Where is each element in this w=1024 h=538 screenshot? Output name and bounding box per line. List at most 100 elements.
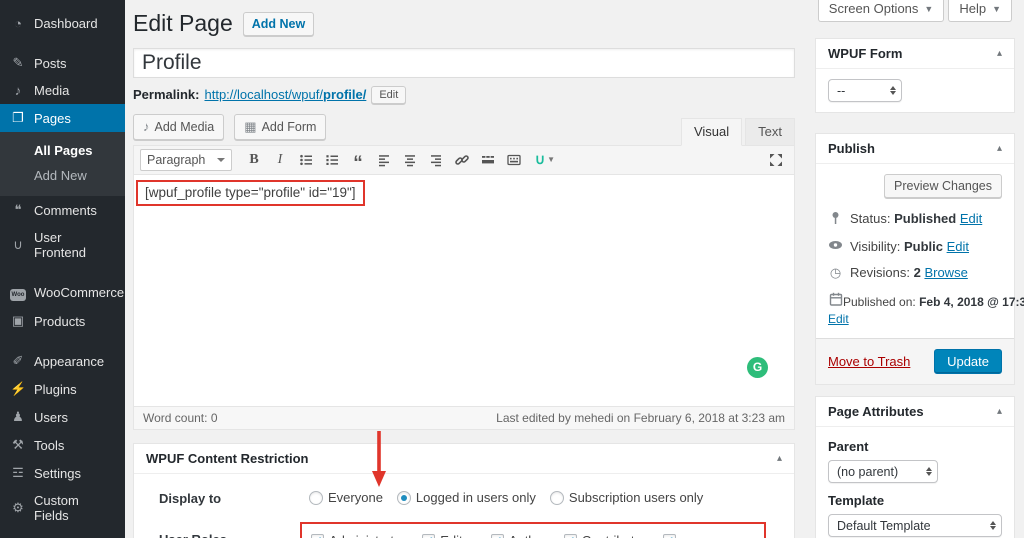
- radio-button[interactable]: [309, 490, 323, 505]
- paragraph-select[interactable]: Paragraph: [140, 148, 232, 171]
- editor-statusbar: Word count: 0 Last edited by mehedi on F…: [134, 405, 794, 429]
- wpuf-shortcode-button[interactable]: ∪ ▼: [528, 149, 562, 171]
- screen-options-label: Screen Options: [828, 1, 919, 16]
- publish-header[interactable]: Publish ▴: [816, 134, 1014, 164]
- page-attributes-header[interactable]: Page Attributes ▴: [816, 397, 1014, 427]
- screen-options-button[interactable]: Screen Options ▼: [817, 0, 945, 22]
- read-more-button[interactable]: [476, 149, 500, 171]
- sidebar-item-woocommerce[interactable]: Woo WooCommerce: [0, 278, 125, 307]
- sidebar-item-appearance[interactable]: ✐ Appearance: [0, 347, 125, 375]
- radio-button[interactable]: [549, 490, 564, 505]
- sidebar-item-label: Users: [34, 409, 68, 425]
- word-count: Word count: 0: [143, 410, 218, 425]
- link-button[interactable]: [450, 149, 474, 171]
- admin-sidebar: ◔ Dashboard ✎ Posts ♪ Media ❐ Pages All …: [0, 0, 125, 538]
- grammarly-icon[interactable]: G: [747, 356, 768, 378]
- visual-editor: Paragraph B I “ ∪ ▼ [wpuf_profile type="…: [133, 144, 795, 430]
- read-more-icon: [482, 155, 494, 163]
- sidebar-item-posts[interactable]: ✎ Posts: [0, 49, 125, 77]
- published-on-row: Published on: Feb 4, 2018 @ 17:30 Edit: [828, 292, 1024, 326]
- sidebar-item-custom-fields[interactable]: ⚙ Custom Fields: [0, 487, 125, 529]
- bold-button[interactable]: B: [242, 149, 266, 171]
- user-roles-annotation-box: ✓Administrator ✓Editor ✓Author ✓Contribu…: [300, 521, 766, 538]
- pin-icon: ✎: [12, 55, 24, 70]
- toggle-panel-icon[interactable]: ▴: [997, 406, 1002, 417]
- stepper-icon: [926, 467, 932, 476]
- user-roles-label: User Roles: [159, 522, 309, 538]
- add-media-icon: ♪: [143, 119, 150, 135]
- move-to-trash-link[interactable]: Move to Trash: [828, 354, 910, 369]
- edit-status-link[interactable]: Edit: [960, 211, 982, 226]
- permalink-link[interactable]: http://localhost/wpuf/profile/: [204, 87, 366, 102]
- last-edited: Last edited by mehedi on February 6, 201…: [496, 410, 785, 425]
- tab-text[interactable]: Text: [745, 117, 795, 146]
- add-media-button[interactable]: ♪ Add Media: [133, 113, 225, 140]
- comments-icon: ❝: [14, 202, 22, 217]
- sidebar-item-dashboard[interactable]: ◔ Dashboard: [0, 10, 125, 37]
- custom-fields-icon: ⚙: [12, 500, 24, 515]
- blockquote-button[interactable]: “: [346, 149, 370, 173]
- stepper-icon: [890, 86, 896, 95]
- toolbar-toggle-button[interactable]: [502, 149, 526, 171]
- add-form-button[interactable]: ▦ Add Form: [234, 113, 327, 140]
- toggle-panel-icon[interactable]: ▴: [777, 453, 782, 464]
- sidebar-item-pages[interactable]: ❐ Pages: [0, 104, 125, 132]
- checkbox-editor[interactable]: ✓Editor: [422, 533, 474, 538]
- align-left-button[interactable]: [372, 149, 396, 171]
- fullscreen-button[interactable]: [764, 149, 788, 171]
- sidebar-item-comments[interactable]: ❝ Comments: [0, 196, 125, 224]
- sidebar-item-label: Custom Fields: [34, 493, 79, 523]
- main-content: Screen Options ▼ Help ▼ Edit Page Add Ne…: [125, 0, 1024, 538]
- radio-everyone[interactable]: Everyone: [309, 490, 383, 505]
- add-new-button[interactable]: Add New: [242, 11, 315, 36]
- radio-logged-in-users-only[interactable]: Logged in users only: [396, 490, 536, 505]
- help-button[interactable]: Help ▼: [948, 0, 1012, 22]
- radio-subscription-users-only[interactable]: Subscription users only: [549, 490, 703, 505]
- bulleted-list-button[interactable]: [294, 149, 318, 171]
- settings-icon: ☲: [12, 465, 24, 480]
- sidebar-item-settings[interactable]: ☲ Settings: [0, 459, 125, 487]
- parent-select[interactable]: (no parent): [828, 460, 938, 483]
- post-title-input[interactable]: [133, 47, 795, 78]
- check-icon: ✓: [492, 531, 503, 538]
- browse-revisions-link[interactable]: Browse: [924, 265, 967, 280]
- edit-visibility-link[interactable]: Edit: [947, 239, 969, 254]
- check-icon: ✓: [565, 531, 576, 538]
- wpuf-form-select[interactable]: --: [828, 79, 902, 102]
- permalink-edit-button[interactable]: Edit: [371, 85, 407, 104]
- stepper-icon: [990, 521, 996, 530]
- metabox-title: WPUF Form: [828, 46, 903, 61]
- check-icon: ✓: [312, 531, 323, 538]
- sidebar-item-all-pages[interactable]: All Pages: [0, 138, 125, 163]
- italic-button[interactable]: I: [268, 149, 292, 171]
- preview-changes-button[interactable]: Preview Changes: [884, 174, 1002, 198]
- update-button[interactable]: Update: [934, 349, 1002, 374]
- edit-published-link[interactable]: Edit: [828, 312, 1002, 326]
- sidebar-item-products[interactable]: ▣ Products: [0, 307, 125, 335]
- sidebar-item-label: Settings: [34, 465, 81, 481]
- check-icon: ✓: [423, 531, 434, 538]
- sidebar-item-user-frontend[interactable]: ∪ User Frontend: [0, 224, 125, 266]
- tab-visual[interactable]: Visual: [680, 117, 743, 146]
- sidebar-item-users[interactable]: ♟ Users: [0, 403, 125, 431]
- editor-content-area[interactable]: [wpuf_profile type="profile" id="19"] G: [134, 174, 794, 406]
- toggle-panel-icon[interactable]: ▴: [997, 48, 1002, 59]
- numbered-list-button[interactable]: [320, 149, 344, 171]
- radio-button-selected[interactable]: [396, 490, 411, 505]
- toggle-panel-icon[interactable]: ▴: [997, 143, 1002, 154]
- wpuf-form-header[interactable]: WPUF Form ▴: [816, 39, 1014, 69]
- content-restriction-header[interactable]: WPUF Content Restriction ▴: [134, 444, 794, 474]
- align-center-button[interactable]: [398, 149, 422, 171]
- checkbox-administrator[interactable]: ✓Administrator: [311, 533, 406, 538]
- template-select[interactable]: Default Template: [828, 514, 1002, 537]
- align-right-button[interactable]: [424, 149, 448, 171]
- products-icon: ▣: [11, 313, 25, 328]
- checkbox-contributor[interactable]: ✓Contributor: [563, 531, 646, 538]
- sidebar-item-add-new[interactable]: Add New: [0, 163, 125, 188]
- sidebar-item-plugins[interactable]: ⚡ Plugins: [0, 375, 125, 403]
- bulleted-list-icon: [300, 154, 312, 165]
- plugins-icon: ⚡: [10, 381, 27, 396]
- sidebar-item-media[interactable]: ♪ Media: [0, 77, 125, 104]
- sidebar-item-tools[interactable]: ⚒ Tools: [0, 431, 125, 459]
- checkbox-author[interactable]: ✓Author: [490, 531, 547, 538]
